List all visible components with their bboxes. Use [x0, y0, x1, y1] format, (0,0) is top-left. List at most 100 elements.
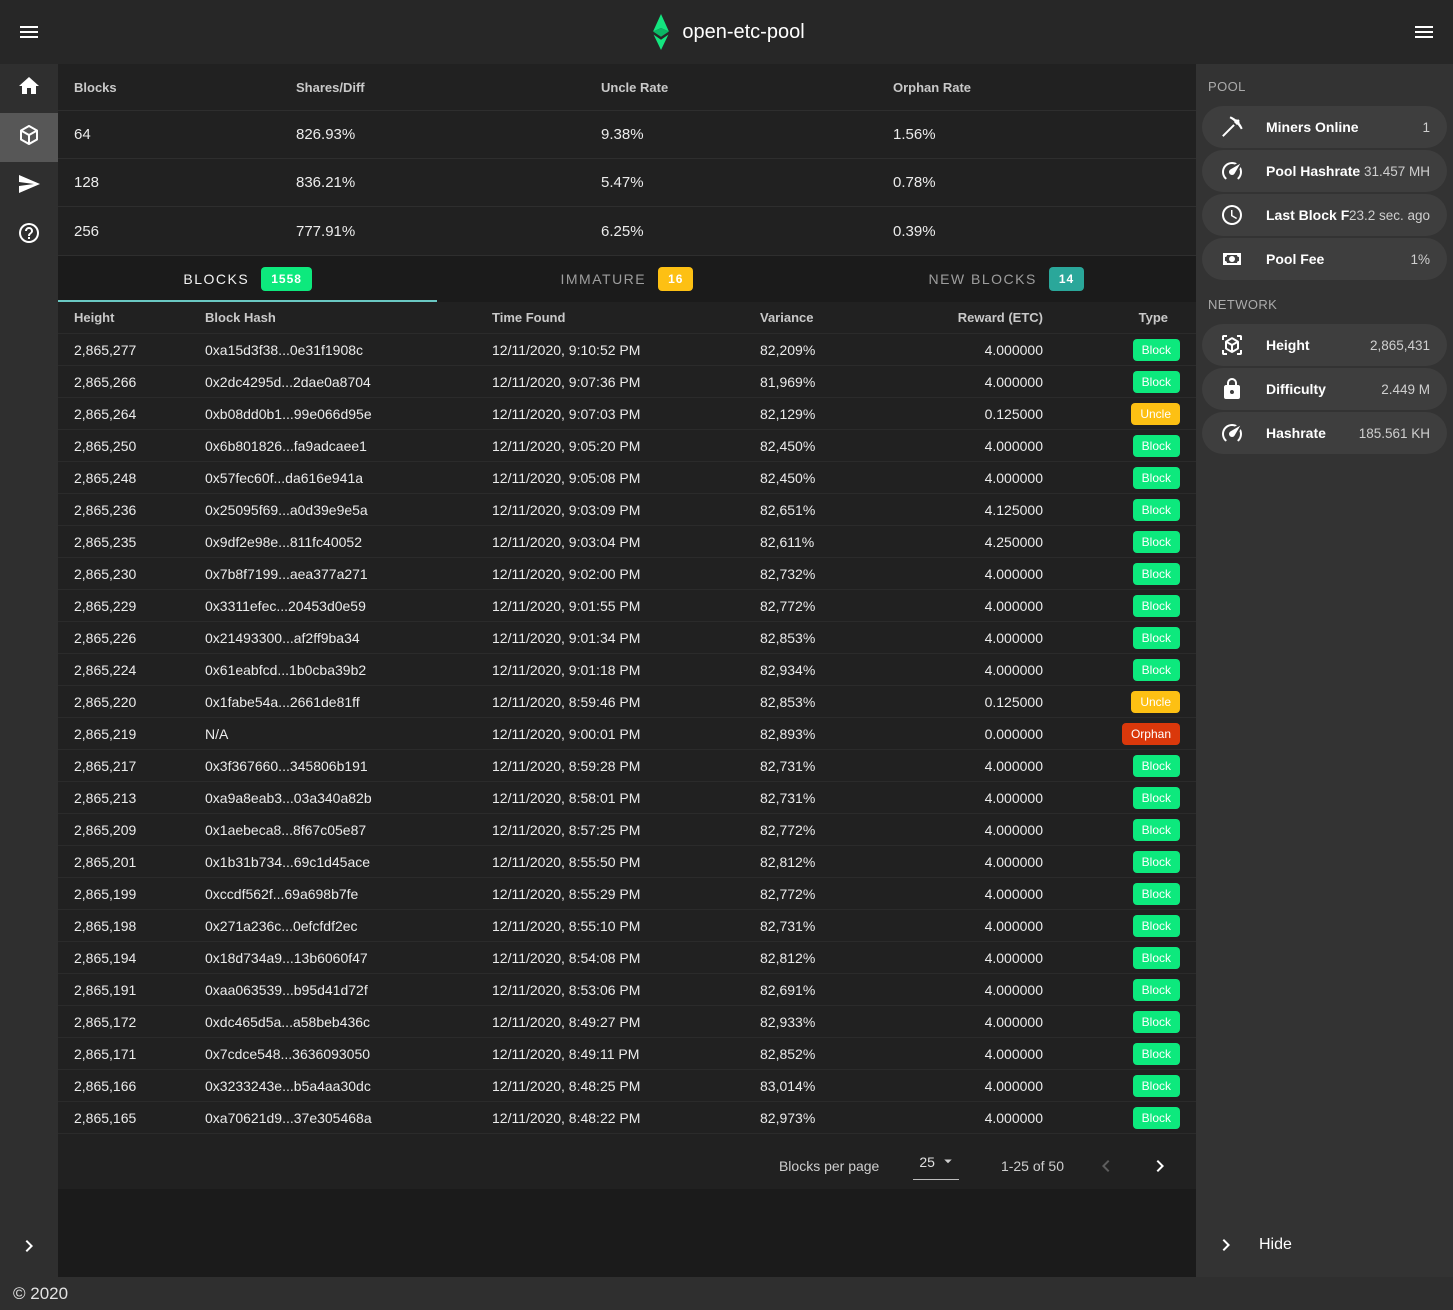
cell-variance: 82,772% [760, 598, 922, 614]
cell-time-found: 12/11/2020, 9:10:52 PM [492, 342, 760, 358]
stats-value: 1.56% [893, 126, 1180, 143]
type-chip: Block [1133, 435, 1180, 457]
cell-reward: 4.000000 [922, 1046, 1043, 1062]
cell-time-found: 12/11/2020, 9:01:55 PM [492, 598, 760, 614]
page-size-select[interactable]: 25 [913, 1152, 959, 1180]
cell-height: 2,865,230 [74, 566, 205, 582]
stats-value: 826.93% [296, 126, 601, 143]
nav-item-cube[interactable] [0, 113, 58, 162]
cell-block-hash: 0x25095f69...a0d39e9e5a [205, 502, 492, 518]
next-page-button[interactable] [1148, 1154, 1172, 1178]
pickaxe-icon [1220, 115, 1244, 139]
table-row: 2,865,209 0x1aebeca8...8f67c05e87 12/11/… [58, 814, 1196, 846]
tab-immature[interactable]: IMMATURE 16 [437, 256, 816, 302]
stats-row: 256777.91%6.25%0.39% [58, 207, 1196, 255]
cell-type: Block [1043, 1075, 1180, 1097]
cell-type: Block [1043, 531, 1180, 553]
cell-type: Block [1043, 595, 1180, 617]
tab-new-blocks[interactable]: NEW BLOCKS 14 [817, 256, 1196, 302]
tab-label: IMMATURE [561, 271, 647, 287]
type-chip: Block [1133, 979, 1180, 1001]
menu-icon-right[interactable] [1412, 20, 1436, 44]
stat-value: 23.2 sec. ago [1349, 208, 1430, 223]
cell-time-found: 12/11/2020, 8:59:28 PM [492, 758, 760, 774]
type-chip: Block [1133, 883, 1180, 905]
stats-value: 0.39% [893, 223, 1180, 240]
cell-reward: 4.000000 [922, 790, 1043, 806]
blocks-tabs: BLOCKS 1558 IMMATURE 16 NEW BLOCKS 14 [58, 256, 1196, 302]
cell-block-hash: 0x7cdce548...3636093050 [205, 1046, 492, 1062]
type-chip: Block [1133, 1043, 1180, 1065]
cell-block-hash: 0x1fabe54a...2661de81ff [205, 694, 492, 710]
cell-reward: 4.000000 [922, 1078, 1043, 1094]
topbar: open-etc-pool [0, 0, 1453, 64]
cell-variance: 82,973% [760, 1110, 922, 1126]
cell-type: Block [1043, 851, 1180, 873]
cell-time-found: 12/11/2020, 9:01:18 PM [492, 662, 760, 678]
tab-blocks[interactable]: BLOCKS 1558 [58, 256, 437, 302]
cell-height: 2,865,213 [74, 790, 205, 806]
cell-block-hash: 0x3f367660...345806b191 [205, 758, 492, 774]
col-header-time: Time Found [492, 310, 760, 325]
nav-collapse-button[interactable] [0, 1234, 58, 1263]
cell-reward: 4.000000 [922, 1110, 1043, 1126]
cell-variance: 82,772% [760, 822, 922, 838]
stats-header-row: Blocks Shares/Diff Uncle Rate Orphan Rat… [58, 64, 1196, 111]
cell-reward: 4.000000 [922, 470, 1043, 486]
cell-height: 2,865,201 [74, 854, 205, 870]
nav-item-home[interactable] [0, 64, 58, 113]
table-row: 2,865,198 0x271a236c...0efcfdf2ec 12/11/… [58, 910, 1196, 942]
table-row: 2,865,248 0x57fec60f...da616e941a 12/11/… [58, 462, 1196, 494]
hide-sidebar-button[interactable]: Hide [1196, 1225, 1453, 1265]
cell-height: 2,865,172 [74, 1014, 205, 1030]
cell-variance: 82,853% [760, 630, 922, 646]
cell-time-found: 12/11/2020, 9:05:08 PM [492, 470, 760, 486]
cell-block-hash: 0x7b8f7199...aea377a271 [205, 566, 492, 582]
cell-reward: 4.000000 [922, 662, 1043, 678]
cell-variance: 82,209% [760, 342, 922, 358]
cell-height: 2,865,277 [74, 342, 205, 358]
tab-count-badge: 16 [658, 267, 693, 291]
cell-height: 2,865,266 [74, 374, 205, 390]
prev-page-button[interactable] [1094, 1154, 1118, 1178]
main-content: Blocks Shares/Diff Uncle Rate Orphan Rat… [58, 64, 1196, 1277]
cell-reward: 4.000000 [922, 374, 1043, 390]
cell-block-hash: 0x3233243e...b5a4aa30dc [205, 1078, 492, 1094]
type-chip: Block [1133, 755, 1180, 777]
type-chip: Orphan [1122, 723, 1180, 745]
cell-reward: 4.000000 [922, 566, 1043, 582]
speedometer-icon [1220, 159, 1244, 183]
chevron-right-icon [1214, 1233, 1238, 1257]
col-header-type: Type [1043, 310, 1180, 325]
hide-label: Hide [1259, 1236, 1292, 1254]
app-brand: open-etc-pool [0, 0, 1453, 64]
cell-time-found: 12/11/2020, 8:59:46 PM [492, 694, 760, 710]
col-header-height: Height [74, 310, 205, 325]
nav-item-send[interactable] [0, 162, 58, 211]
cell-type: Block [1043, 371, 1180, 393]
cell-type: Block [1043, 883, 1180, 905]
nav-item-help[interactable] [0, 211, 58, 260]
col-header-hash: Block Hash [205, 310, 492, 325]
stats-header: Uncle Rate [601, 80, 893, 95]
stat-pill: Pool Fee1% [1202, 238, 1447, 280]
tab-count-badge: 14 [1049, 267, 1084, 291]
cell-block-hash: 0x21493300...af2ff9ba34 [205, 630, 492, 646]
cell-height: 2,865,235 [74, 534, 205, 550]
cell-reward: 0.000000 [922, 726, 1043, 742]
table-row: 2,865,220 0x1fabe54a...2661de81ff 12/11/… [58, 686, 1196, 718]
col-header-variance: Variance [760, 310, 922, 325]
table-row: 2,865,235 0x9df2e98e...811fc40052 12/11/… [58, 526, 1196, 558]
stats-value: 9.38% [601, 126, 893, 143]
cell-type: Block [1043, 1011, 1180, 1033]
stat-value: 1 [1422, 120, 1430, 135]
cell-variance: 82,611% [760, 534, 922, 550]
cell-time-found: 12/11/2020, 9:07:36 PM [492, 374, 760, 390]
cell-variance: 82,731% [760, 918, 922, 934]
cell-block-hash: 0xccdf562f...69a698b7fe [205, 886, 492, 902]
left-nav [0, 64, 58, 1277]
chevron-right-icon [1148, 1166, 1172, 1181]
cell-variance: 82,732% [760, 566, 922, 582]
cell-reward: 4.125000 [922, 502, 1043, 518]
stat-pill: Pool Hashrate31.457 MH [1202, 150, 1447, 192]
